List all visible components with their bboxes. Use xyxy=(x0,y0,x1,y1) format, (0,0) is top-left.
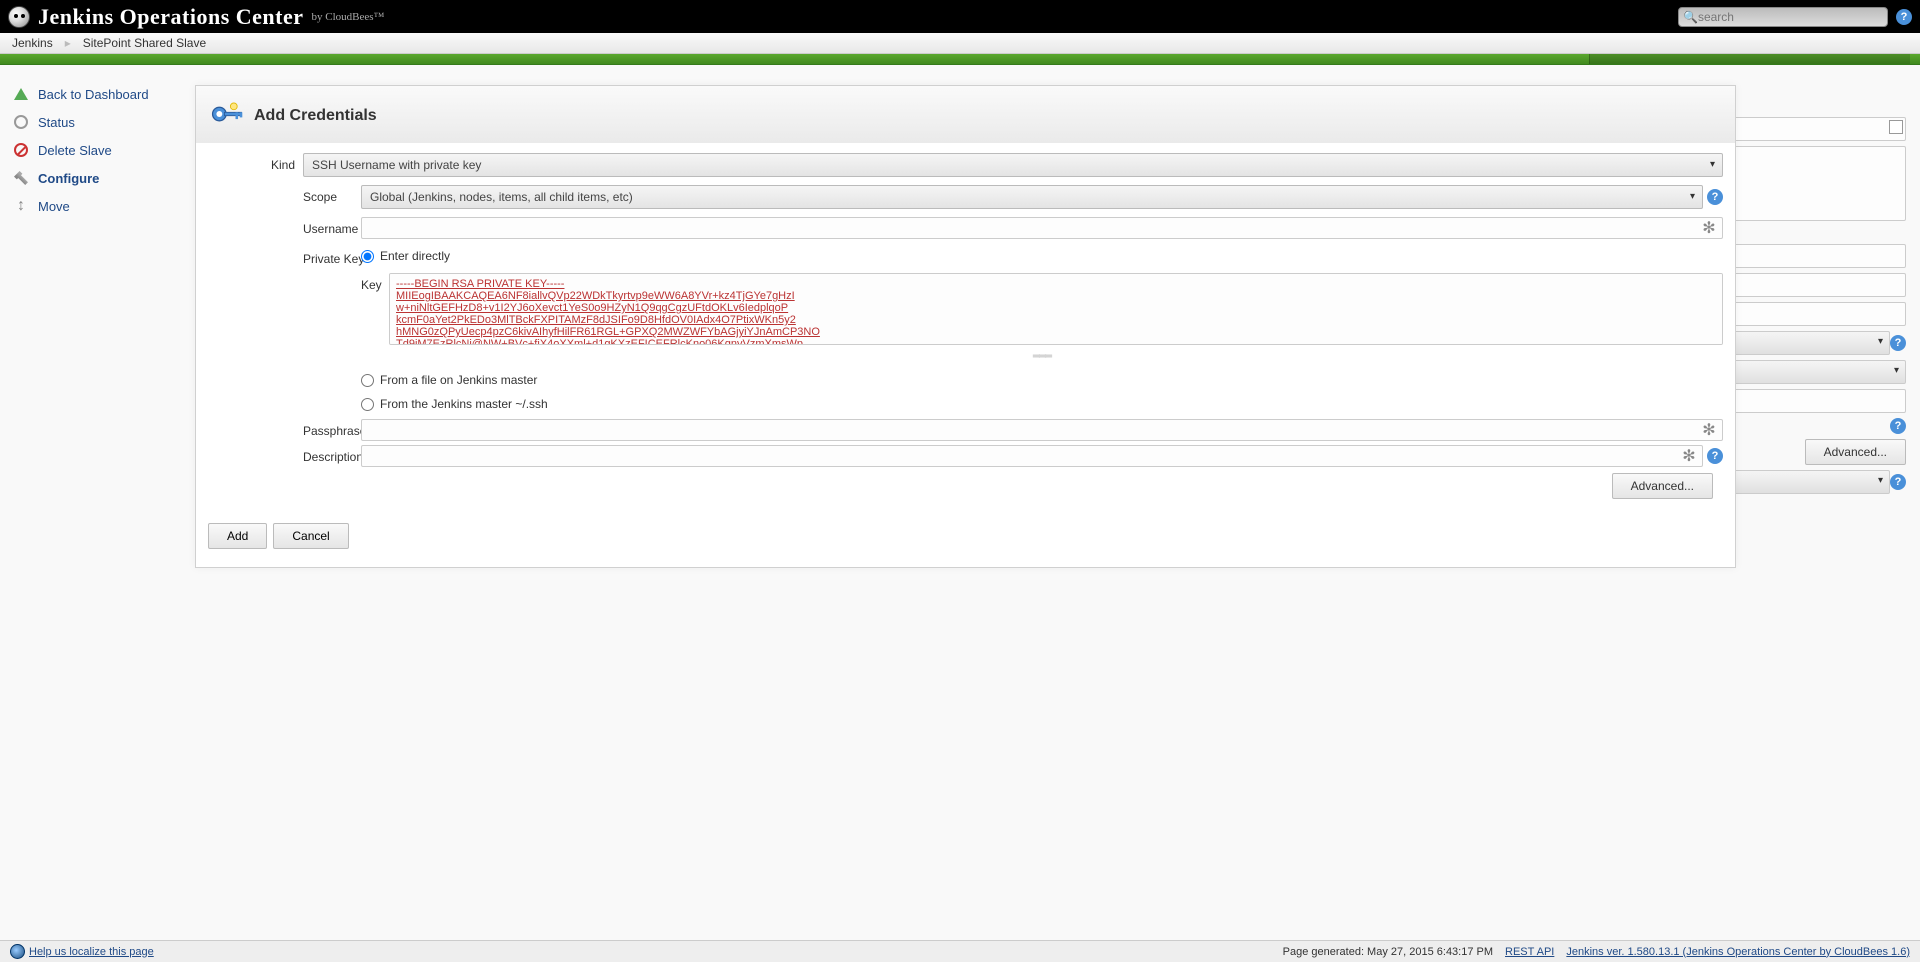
scope-select[interactable]: Global (Jenkins, nodes, items, all child… xyxy=(361,185,1703,209)
passphrase-label: Passphrase xyxy=(303,419,361,438)
radio-label: Enter directly xyxy=(380,249,450,263)
sidebar-item-label: Move xyxy=(38,199,70,214)
status-icon xyxy=(12,113,30,131)
search-icon: 🔍 xyxy=(1683,10,1698,24)
advanced-button[interactable]: Advanced... xyxy=(1805,439,1906,465)
localize-link[interactable]: Help us localize this page xyxy=(29,946,154,958)
delete-icon xyxy=(12,141,30,159)
sidebar-item-configure[interactable]: Configure xyxy=(8,164,187,192)
advanced-button[interactable]: Advanced... xyxy=(1612,473,1713,499)
radio-from-ssh[interactable] xyxy=(361,398,374,411)
key-icon xyxy=(210,102,244,129)
asterisk-icon: ✻ xyxy=(1701,422,1717,438)
passphrase-input[interactable] xyxy=(361,419,1723,441)
radio-from-file[interactable] xyxy=(361,374,374,387)
cancel-button[interactable]: Cancel xyxy=(273,523,348,549)
arrow-up-icon xyxy=(12,85,30,103)
sidebar-item-move[interactable]: ↕ Move xyxy=(8,192,187,220)
help-icon[interactable]: ? xyxy=(1707,189,1723,205)
app-title: Jenkins Operations Center xyxy=(38,4,304,30)
wrench-icon xyxy=(12,169,30,187)
add-credentials-dialog: Add Credentials Kind SSH Username with p… xyxy=(195,85,1736,568)
help-icon[interactable]: ? xyxy=(1896,9,1912,25)
scope-label: Scope xyxy=(303,185,361,204)
expand-icon[interactable] xyxy=(1889,120,1903,134)
radio-enter-directly[interactable] xyxy=(361,250,374,263)
world-icon xyxy=(10,944,25,959)
search-input[interactable] xyxy=(1698,10,1883,24)
kind-select[interactable]: SSH Username with private key xyxy=(303,153,1723,177)
main: ? ? Advanced... ? A xyxy=(195,65,1920,568)
jenkins-logo-icon xyxy=(8,6,30,28)
sidebar-item-label: Configure xyxy=(38,171,99,186)
dialog-title: Add Credentials xyxy=(254,107,377,125)
sidebar-item-label: Status xyxy=(38,115,75,130)
header: Jenkins Operations Center by CloudBees™ … xyxy=(0,0,1920,33)
help-icon[interactable]: ? xyxy=(1890,418,1906,434)
key-textarea[interactable]: -----BEGIN RSA PRIVATE KEY----- MIIEogIB… xyxy=(389,273,1723,345)
rest-api-link[interactable]: REST API xyxy=(1505,946,1554,958)
radio-label: From a file on Jenkins master xyxy=(380,373,537,387)
breadcrumb: Jenkins ▸ SitePoint Shared Slave xyxy=(0,33,1920,54)
description-label: Description xyxy=(303,445,361,464)
sidebar-item-label: Back to Dashboard xyxy=(38,87,149,102)
app-subtitle: by CloudBees™ xyxy=(312,11,385,23)
privatekey-label: Private Key xyxy=(303,247,361,266)
radio-label: From the Jenkins master ~/.ssh xyxy=(380,397,548,411)
move-icon: ↕ xyxy=(12,197,30,215)
breadcrumb-item[interactable]: Jenkins xyxy=(12,36,53,50)
page-generated: Page generated: May 27, 2015 6:43:17 PM xyxy=(1283,946,1493,958)
footer: Help us localize this page Page generate… xyxy=(0,940,1920,962)
sidebar-item-delete[interactable]: Delete Slave xyxy=(8,136,187,164)
resize-handle-icon[interactable]: ═══ xyxy=(361,351,1723,361)
version-link[interactable]: Jenkins ver. 1.580.13.1 (Jenkins Operati… xyxy=(1566,946,1910,958)
asterisk-icon: ✻ xyxy=(1681,448,1697,464)
username-input[interactable] xyxy=(361,217,1723,239)
username-label: Username xyxy=(303,217,361,236)
kind-label: Kind xyxy=(208,153,303,172)
sidebar: Back to Dashboard Status Delete Slave Co… xyxy=(0,65,195,568)
sidebar-item-status[interactable]: Status xyxy=(8,108,187,136)
search-box[interactable]: 🔍 xyxy=(1678,7,1888,27)
title-bar xyxy=(0,54,1920,65)
help-icon[interactable]: ? xyxy=(1707,448,1723,464)
sidebar-item-back[interactable]: Back to Dashboard xyxy=(8,80,187,108)
key-label: Key xyxy=(361,273,389,292)
breadcrumb-sep-icon: ▸ xyxy=(65,36,71,50)
breadcrumb-item[interactable]: SitePoint Shared Slave xyxy=(83,36,206,50)
help-icon[interactable]: ? xyxy=(1890,474,1906,490)
add-button[interactable]: Add xyxy=(208,523,267,549)
help-icon[interactable]: ? xyxy=(1890,335,1906,351)
description-input[interactable] xyxy=(361,445,1703,467)
sidebar-item-label: Delete Slave xyxy=(38,143,112,158)
asterisk-icon: ✻ xyxy=(1701,220,1717,236)
